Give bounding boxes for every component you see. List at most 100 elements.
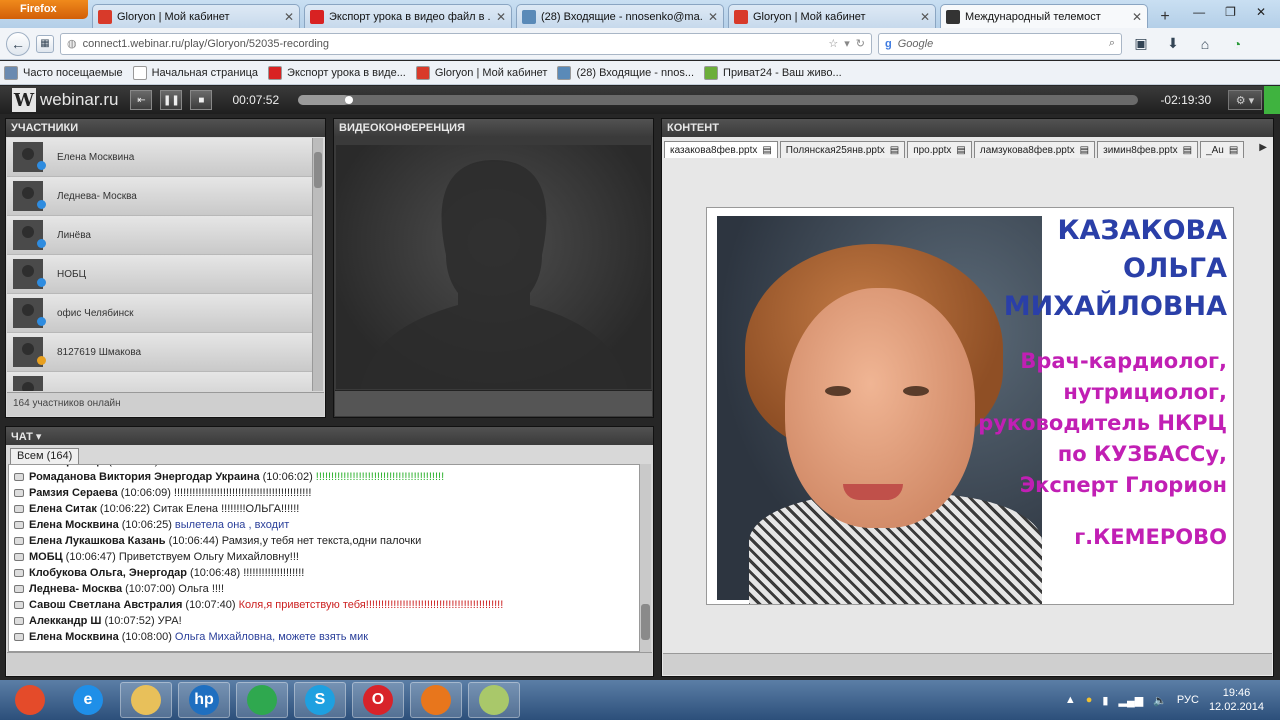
reload-icon[interactable]: ↻ xyxy=(856,37,865,50)
antivirus-icon[interactable]: ● xyxy=(1086,694,1093,706)
keyboard-language[interactable]: РУС xyxy=(1177,694,1199,706)
taskbar-app[interactable] xyxy=(236,682,288,718)
dropdown-icon[interactable]: ▾ xyxy=(844,37,850,50)
navigation-bar: ← ▦ ◍ connect1.webinar.ru/play/Gloryon/5… xyxy=(0,28,1280,60)
chat-text: Ольга Михайловна, можете взять мик xyxy=(174,631,369,643)
show-hidden-icons-icon[interactable]: ▲ xyxy=(1065,694,1076,706)
close-tab-icon[interactable]: ✕ xyxy=(496,10,506,24)
participant-item[interactable]: Линёва xyxy=(7,216,314,255)
speaker-name-line: ОЛЬГА xyxy=(1122,253,1227,284)
taskbar-app[interactable]: S xyxy=(294,682,346,718)
presentation-tab-label: зимин8фев.pptx xyxy=(1103,144,1178,156)
participant-item[interactable] xyxy=(7,372,314,391)
search-input[interactable]: Google xyxy=(898,38,1103,50)
presentation-tab[interactable]: Полянская25янв.pptx ▤ xyxy=(779,141,906,158)
taskbar-app[interactable] xyxy=(410,682,462,718)
participant-item[interactable]: НОБЦ xyxy=(7,255,314,294)
scrollbar-thumb[interactable] xyxy=(314,152,322,188)
stop-button[interactable]: ■ xyxy=(190,90,213,110)
taskbar-app[interactable]: hp xyxy=(178,682,230,718)
chat-message: Савош Светлана Австралия (10:07:40) Коля,я… xyxy=(9,597,639,613)
participant-item[interactable]: 8127619 Шмакова xyxy=(7,333,314,372)
presentation-tab[interactable]: ламзукова8фев.pptx ▤ xyxy=(973,141,1096,158)
browser-tab[interactable]: Gloryon | Мой кабинет ✕ xyxy=(92,4,300,28)
chat-title[interactable]: ЧАТ ▾ xyxy=(6,427,653,445)
rewind-button[interactable]: ⇤ xyxy=(130,90,153,110)
bookmark-item[interactable]: Часто посещаемые xyxy=(4,65,123,80)
participant-item[interactable]: офис Челябинск xyxy=(7,294,314,333)
presentation-tab[interactable]: казакова8фев.pptx ▤ xyxy=(664,141,778,158)
chat-author: Ромаданова Виктория Энергодар Украина xyxy=(29,471,260,483)
close-tab-icon[interactable]: ✕ xyxy=(1132,10,1142,24)
presentation-tab[interactable]: зимин8фев.pptx ▤ xyxy=(1097,141,1199,158)
volume-icon[interactable]: 🔈 xyxy=(1153,694,1167,707)
page-grid-button[interactable]: ▦ xyxy=(36,34,54,53)
bookmark-item[interactable]: (28) Входящие - nnos... xyxy=(557,65,694,80)
taskbar-app[interactable] xyxy=(120,682,172,718)
address-bar[interactable]: ◍ connect1.webinar.ru/play/Gloryon/52035… xyxy=(60,32,872,55)
chat-scrollbar[interactable] xyxy=(639,464,651,652)
presentation-tab[interactable]: про.pptx ▤ xyxy=(907,141,972,158)
start-orb-icon xyxy=(15,685,45,715)
person-silhouette-icon xyxy=(360,160,628,389)
user-status-icon xyxy=(37,161,46,170)
browser-tab[interactable]: Gloryon | Мой кабинет ✕ xyxy=(728,4,936,28)
bookmark-item[interactable]: Приват24 - Ваш живо... xyxy=(704,65,842,80)
taskbar-app[interactable]: O xyxy=(352,682,404,718)
participant-name: Леднева- Москва xyxy=(57,190,137,202)
chat-filter-tab[interactable]: Всем (164) xyxy=(10,448,80,464)
chat-text: !!!!!!!!!!!!!!!!!!!!!!!!!!!!!!!!!!!!!!!!… xyxy=(315,471,445,483)
network-icon[interactable]: ▂▄▆ xyxy=(1118,694,1143,707)
playback-progress-bar[interactable] xyxy=(298,95,1139,105)
bookmark-item[interactable]: Экспорт урока в виде... xyxy=(268,65,406,80)
youtube-icon xyxy=(268,65,283,80)
bookmark-star-icon[interactable]: ☆ xyxy=(828,37,838,50)
download-icon[interactable]: ⬇ xyxy=(1160,35,1186,52)
search-bar[interactable]: g Google ⌕ xyxy=(878,32,1122,55)
browser-tab[interactable]: Экспорт урока в видео файл в ... ✕ xyxy=(304,4,512,28)
close-tab-icon[interactable]: ✕ xyxy=(920,10,930,24)
speaker-name-line: КАЗАКОВА xyxy=(1057,215,1227,246)
participant-item[interactable]: Леднева- Москва xyxy=(7,177,314,216)
close-tab-icon[interactable]: ✕ xyxy=(708,10,718,24)
taskbar-app[interactable] xyxy=(4,682,56,718)
chat-message: Елена Ситак (10:06:22) Ситак Елена !!!!!!!… xyxy=(9,501,639,517)
search-icon[interactable]: ⌕ xyxy=(1109,37,1115,50)
clock[interactable]: 19:46 12.02.2014 xyxy=(1209,686,1264,714)
playback-progress-fill xyxy=(298,95,349,105)
close-tab-icon[interactable]: ✕ xyxy=(284,10,294,24)
browser-tab[interactable]: Международный телемост ✕ xyxy=(940,4,1148,28)
speaker-role-line: Эксперт Глорион xyxy=(1019,473,1227,497)
side-handle[interactable] xyxy=(1264,86,1280,114)
minimize-icon[interactable]: — xyxy=(1193,5,1205,19)
bookmark-item[interactable]: Начальная страница xyxy=(132,65,258,80)
rewind-icon: ⇤ xyxy=(137,94,146,106)
browser-tab-title: Gloryon | Мой кабинет xyxy=(117,10,230,23)
taskbar-app[interactable]: e xyxy=(62,682,114,718)
taskbar-app[interactable] xyxy=(468,682,520,718)
addon-icon[interactable]: ◔ xyxy=(1224,36,1250,52)
scrollbar-thumb[interactable] xyxy=(641,604,650,640)
firefox-menu-button[interactable]: Firefox xyxy=(0,0,88,19)
mail-icon xyxy=(557,65,572,80)
url-text[interactable]: connect1.webinar.ru/play/Gloryon/52035-r… xyxy=(83,38,823,50)
pause-button[interactable]: ❚❚ xyxy=(160,90,183,110)
screenshot-icon[interactable]: ▣ xyxy=(1128,35,1154,52)
tabs-scroll-right-icon[interactable]: ▶ xyxy=(1259,142,1267,153)
home-icon[interactable]: ⌂ xyxy=(1192,36,1218,52)
presentation-tab[interactable]: _Au ▤ xyxy=(1200,141,1245,158)
browser-tab[interactable]: (28) Входящие - nnosenko@ma... ✕ xyxy=(516,4,724,28)
battery-icon[interactable]: ▮ xyxy=(1102,694,1108,707)
settings-button[interactable]: ⚙ ▾ xyxy=(1228,90,1262,110)
speaker-role-line: по КУЗБАССу, xyxy=(1057,442,1227,466)
restore-icon[interactable]: ❐ xyxy=(1225,5,1236,19)
new-tab-button[interactable]: + xyxy=(1152,6,1178,28)
bookmark-item[interactable]: Gloryon | Мой кабинет xyxy=(415,65,547,80)
close-window-icon[interactable]: ✕ xyxy=(1256,5,1266,19)
participants-scrollbar[interactable] xyxy=(312,138,323,391)
system-tray: ▲ ● ▮ ▂▄▆ 🔈 РУС 19:46 12.02.2014 xyxy=(1065,680,1280,720)
participant-item[interactable]: Елена Москвина xyxy=(7,138,314,177)
back-button[interactable]: ← xyxy=(6,31,30,56)
speaker-name-line: МИХАЙЛОВНА xyxy=(1003,291,1227,322)
playback-knob[interactable] xyxy=(344,96,353,104)
